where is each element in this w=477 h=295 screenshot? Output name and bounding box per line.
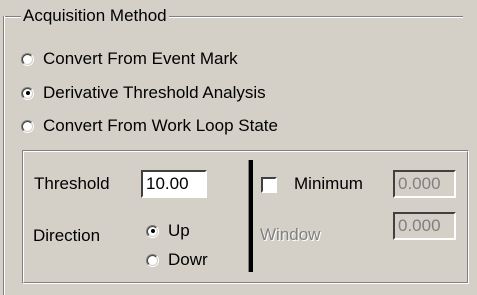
window-input[interactable]: 0.000	[393, 212, 456, 240]
minimum-checkbox[interactable]	[261, 177, 277, 193]
radio-convert-event-mark[interactable]: Convert From Event Mark	[21, 48, 238, 70]
acquisition-method-title: Acquisition Method	[21, 6, 169, 26]
radio-button-icon	[21, 119, 34, 133]
radio-direction-up[interactable]: Up	[146, 220, 190, 242]
radio-label: Derivative Threshold Analysis	[43, 83, 266, 102]
radio-button-icon	[146, 253, 159, 267]
radio-button-selected-icon	[21, 86, 34, 100]
threshold-input[interactable]: 10.00	[141, 170, 207, 198]
window-label: Window	[260, 225, 321, 244]
radio-label: Convert From Work Loop State	[43, 116, 278, 135]
radio-derivative-threshold[interactable]: Derivative Threshold Analysis	[21, 82, 266, 104]
vertical-separator	[248, 160, 253, 272]
radio-button-selected-icon	[146, 224, 159, 238]
groupbox-left-line	[3, 16, 5, 295]
minimum-input[interactable]: 0.000	[393, 170, 456, 198]
radio-direction-down[interactable]: Dowr	[146, 249, 208, 271]
radio-convert-work-loop[interactable]: Convert From Work Loop State	[21, 115, 278, 137]
radio-label: Up	[168, 221, 190, 240]
radio-label: Dowr	[168, 250, 208, 269]
direction-label: Direction	[33, 226, 101, 245]
radio-button-icon	[21, 52, 34, 66]
threshold-label: Threshold	[34, 174, 110, 193]
minimum-label: Minimum	[294, 174, 363, 193]
radio-label: Convert From Event Mark	[43, 49, 238, 68]
